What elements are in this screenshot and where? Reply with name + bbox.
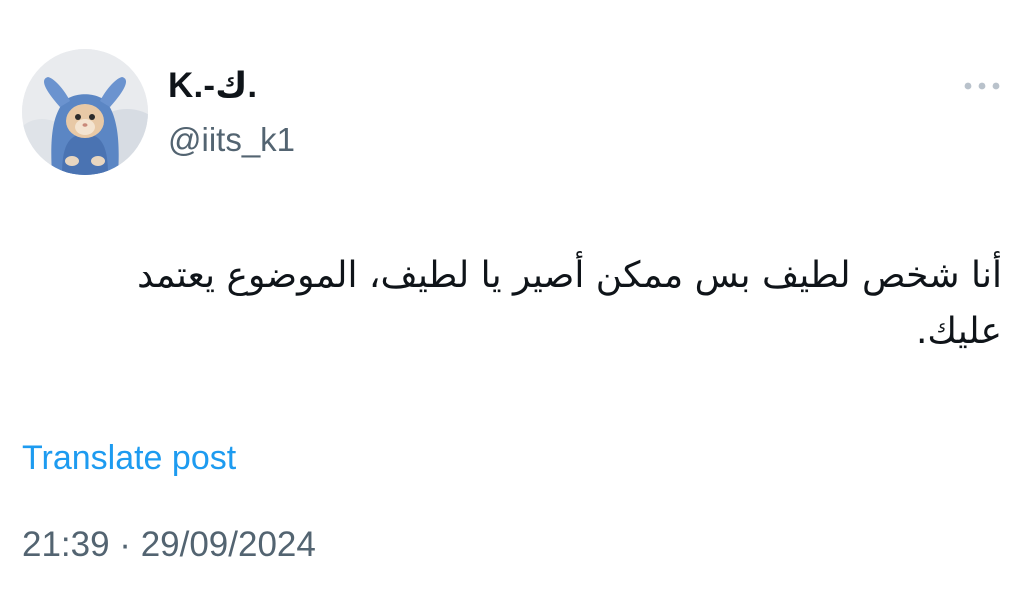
author-handle[interactable]: @iits_k1 xyxy=(168,121,295,159)
post-timestamp[interactable]: 21:39 · 29/09/2024 xyxy=(22,525,316,565)
tweet-text: أنا شخص لطيف بس ممكن أصير يا لطيف، الموض… xyxy=(137,255,1002,352)
avatar[interactable] xyxy=(22,49,148,175)
more-horizontal-icon xyxy=(964,82,1000,90)
cat-avatar-icon xyxy=(22,49,148,175)
author-display-name[interactable]: K.-ك. xyxy=(168,66,257,106)
more-options-button[interactable] xyxy=(956,72,1008,100)
translate-post-link[interactable]: Translate post xyxy=(22,439,236,478)
